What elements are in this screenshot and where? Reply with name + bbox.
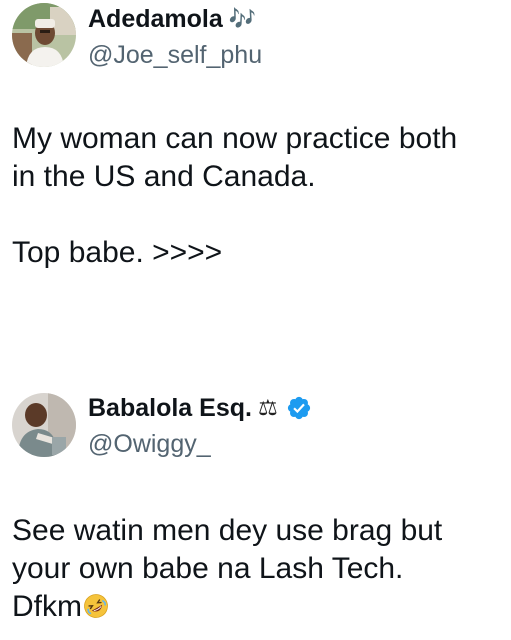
tweet-line: My woman can now practice both [12, 122, 458, 155]
tweet-line: See watin men dey use brag but [12, 514, 443, 547]
user-handle[interactable]: @Owiggy_ [88, 430, 211, 459]
avatar[interactable] [12, 3, 76, 67]
tweet-card: Babalola Esq. ⚖ @Owiggy_ See watin men d… [0, 380, 511, 640]
tweet-line: your own babe na Lash Tech. [12, 552, 404, 585]
tweet-word: Dfkm [12, 590, 82, 623]
display-name[interactable]: Babalola Esq. [88, 394, 252, 423]
avatar[interactable] [12, 393, 76, 457]
tweet-text: See watin men dey use brag but your own … [12, 512, 502, 626]
scales-icon: ⚖ [257, 395, 278, 421]
avatar-photo [12, 3, 76, 67]
author-name-row: Adedamola 🎶 [88, 3, 256, 35]
tweet-text: My woman can now practice both in the US… [12, 120, 502, 272]
verified-badge-icon [287, 396, 310, 420]
author-name-row: Babalola Esq. ⚖ [88, 390, 312, 426]
tweet-line-last: Dfkm [12, 588, 502, 626]
tweet-line: Top babe. >>>> [12, 236, 223, 269]
tweet-line: in the US and Canada. [12, 160, 316, 193]
avatar-photo [12, 393, 76, 457]
user-handle[interactable]: @Joe_self_phu [88, 41, 262, 70]
display-name[interactable]: Adedamola [88, 5, 223, 34]
tweet-card: Adedamola 🎶 @Joe_self_phu My woman can n… [0, 0, 511, 340]
rolling-on-floor-laughing-icon [84, 594, 108, 618]
music-notes-icon: 🎶 [228, 6, 257, 32]
